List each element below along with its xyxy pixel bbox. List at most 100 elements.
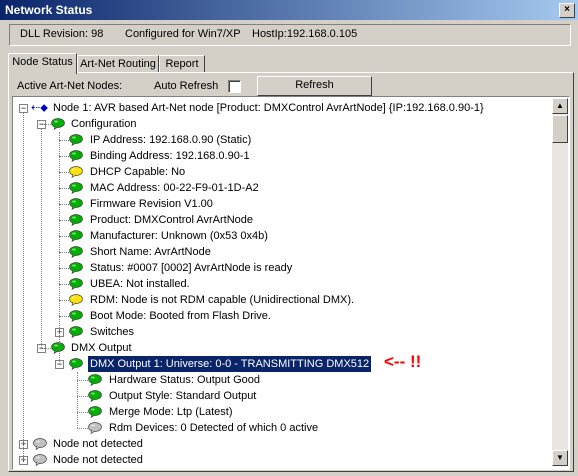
config-item[interactable]: Status: #0007 [0002] AvrArtNode is ready [13, 260, 549, 276]
green-bubble-icon [88, 374, 102, 386]
tree-connector [59, 140, 69, 141]
output-item-text: Rdm Devices: 0 Detected of which 0 activ… [109, 422, 319, 434]
green-bubble-icon [69, 262, 83, 274]
tree-connector [59, 252, 69, 253]
configured-for: Configured for Win7/XP [125, 28, 241, 40]
output-item[interactable]: Hardware Status: Output Good [13, 372, 549, 388]
config-item[interactable]: IP Address: 192.168.0.90 (Static) [13, 132, 549, 148]
host-ip: HostIp:192.168.0.105 [252, 28, 358, 40]
green-bubble-icon [51, 118, 65, 130]
green-bubble-icon [51, 342, 65, 354]
green-bubble-icon [69, 230, 83, 242]
config-item-text: MAC Address: 00-22-F9-01-1D-A2 [90, 182, 259, 194]
config-item[interactable]: Manufacturer: Unknown (0x53 0x4b) [13, 228, 549, 244]
tree-switches[interactable]: Switches [13, 324, 549, 340]
config-item[interactable]: Product: DMXControl AvrArtNode [13, 212, 549, 228]
tree-configuration-text: Configuration [71, 118, 137, 130]
tree-node-not-detected[interactable]: Node not detected [13, 436, 549, 452]
green-bubble-icon [69, 310, 83, 322]
config-item[interactable]: Firmware Revision V1.00 [13, 196, 549, 212]
output-item[interactable]: Merge Mode: Ltp (Latest) [13, 404, 549, 420]
green-bubble-icon [69, 150, 83, 162]
gray-bubble-icon [88, 422, 102, 434]
tree-switches-text: Switches [90, 326, 135, 338]
annotation-arrow: <-- !! [384, 352, 422, 371]
tree-connector [59, 284, 69, 285]
config-item-text: Short Name: AvrArtNode [90, 246, 211, 258]
config-item[interactable]: Binding Address: 192.168.0.90-1 [13, 148, 549, 164]
gray-bubble-icon [33, 438, 47, 450]
vertical-scrollbar[interactable]: ▲ ▼ [552, 98, 568, 466]
close-button[interactable]: × [559, 3, 575, 18]
config-item[interactable]: MAC Address: 00-22-F9-01-1D-A2 [13, 180, 549, 196]
scroll-up-arrow-icon[interactable]: ▲ [552, 98, 568, 114]
node-tree[interactable]: ▲ ▼ − ⇠⬥ Node 1: AVR based Art-Net node [P… [12, 96, 570, 470]
tab-art-net-routing[interactable]: Art-Net Routing [77, 55, 159, 73]
config-item[interactable]: Short Name: AvrArtNode [13, 244, 549, 260]
config-item-text: RDM: Node is not RDM capable (Unidirecti… [90, 294, 355, 306]
tree-connector [59, 316, 69, 317]
tree-dmx-output[interactable]: DMX Output [13, 340, 549, 356]
tree-dmx-output-text: DMX Output [71, 342, 132, 354]
green-bubble-icon [88, 406, 102, 418]
config-item-text: Boot Mode: Booted from Flash Drive. [90, 310, 271, 322]
tree-connector [41, 128, 42, 348]
tree-node-1-text: Node 1: AVR based Art-Net node [Product:… [53, 102, 484, 114]
config-item[interactable]: DHCP Capable: No [13, 164, 549, 180]
info-bar: DLL Revision: 98 Configured for Win7/XP … [9, 24, 571, 46]
network-node-icon: ⇠⬥ [31, 102, 48, 114]
dll-revision: DLL Revision: 98 [20, 28, 104, 40]
config-item[interactable]: Boot Mode: Booted from Flash Drive. [13, 308, 549, 324]
config-item[interactable]: UBEA: Not installed. [13, 276, 549, 292]
green-bubble-icon [69, 358, 83, 370]
tree-connector [77, 412, 88, 413]
config-item-text: Firmware Revision V1.00 [90, 198, 213, 210]
yellow-bubble-icon [69, 294, 83, 306]
scroll-down-arrow-icon[interactable]: ▼ [552, 450, 568, 466]
config-item-text: Binding Address: 192.168.0.90-1 [90, 150, 250, 162]
green-bubble-icon [69, 198, 83, 210]
tree-connector [59, 172, 69, 173]
output-item[interactable]: Output Style: Standard Output [13, 388, 549, 404]
green-bubble-icon [69, 326, 83, 338]
config-item-text: Product: DMXControl AvrArtNode [90, 214, 254, 226]
green-bubble-icon [69, 246, 83, 258]
green-bubble-icon [69, 134, 83, 146]
output-item[interactable]: Rdm Devices: 0 Detected of which 0 activ… [13, 420, 549, 436]
tab-node-status[interactable]: Node Status [8, 53, 77, 74]
tree-configuration[interactable]: Configuration [13, 116, 549, 132]
output-item-text: Output Style: Standard Output [109, 390, 257, 402]
tree-connector [77, 428, 88, 429]
tree-connector [59, 220, 69, 221]
green-bubble-icon [88, 390, 102, 402]
tree-connector [59, 204, 69, 205]
tree-connector [59, 300, 69, 301]
refresh-button[interactable]: Refresh [257, 76, 372, 96]
config-item-text: Manufacturer: Unknown (0x53 0x4b) [90, 230, 268, 242]
output-item-text: Hardware Status: Output Good [109, 374, 261, 386]
green-bubble-icon [69, 182, 83, 194]
tree-connector [59, 188, 69, 189]
green-bubble-icon [69, 278, 83, 290]
config-item-text: IP Address: 192.168.0.90 (Static) [90, 134, 252, 146]
auto-refresh-label: Auto Refresh [154, 80, 219, 92]
config-item[interactable]: RDM: Node is not RDM capable (Unidirecti… [13, 292, 549, 308]
tree-dmx-output-1-text: DMX Output 1: Universe: 0-0 - TRANSMITTI… [88, 356, 372, 372]
tree-connector [59, 236, 69, 237]
tree-connector [59, 132, 60, 364]
yellow-bubble-icon [69, 166, 83, 178]
active-nodes-label: Active Art-Net Nodes: [17, 80, 123, 92]
scroll-thumb[interactable] [552, 115, 568, 143]
title-bar: Network Status × [0, 0, 578, 20]
tree-dmx-output-1[interactable]: DMX Output 1: Universe: 0-0 - TRANSMITTI… [13, 356, 549, 372]
tree-connector [59, 156, 69, 157]
tree-node-not-detected-text: Node not detected [53, 438, 143, 450]
output-item-text: Merge Mode: Ltp (Latest) [109, 406, 233, 418]
tree-node-not-detected[interactable]: Node not detected [13, 452, 549, 468]
tree-node-not-detected-text: Node not detected [53, 454, 143, 466]
green-bubble-icon [69, 214, 83, 226]
tree-connector [41, 348, 51, 349]
window-title: Network Status [5, 3, 93, 17]
tab-report[interactable]: Report [159, 55, 205, 73]
auto-refresh-checkbox[interactable] [228, 80, 241, 93]
